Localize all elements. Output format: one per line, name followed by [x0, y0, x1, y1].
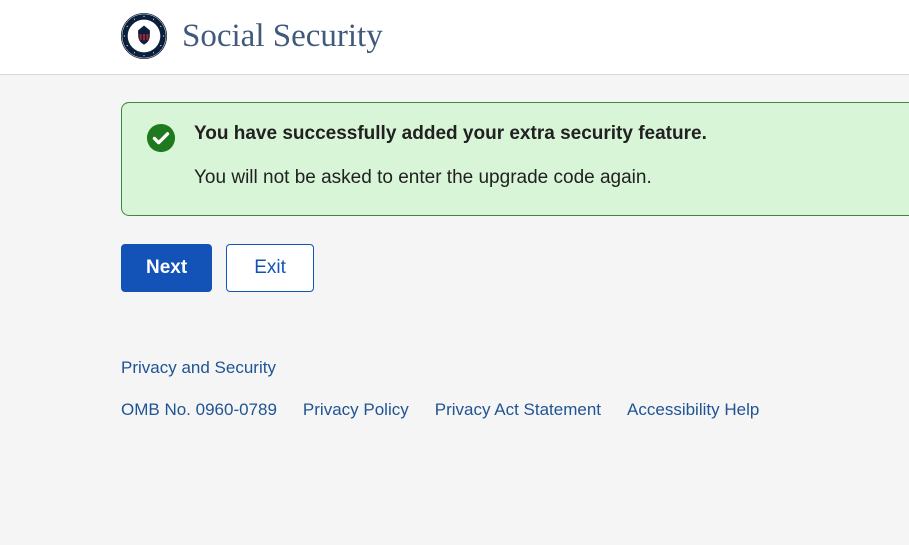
privacy-act-link[interactable]: Privacy Act Statement	[435, 400, 601, 420]
privacy-policy-link[interactable]: Privacy Policy	[303, 400, 409, 420]
success-banner: You have successfully added your extra s…	[121, 102, 909, 216]
success-text-block: You have successfully added your extra s…	[194, 123, 887, 189]
main-content: You have successfully added your extra s…	[0, 75, 909, 545]
privacy-security-link[interactable]: Privacy and Security	[121, 358, 276, 377]
footer-links: Privacy and Security OMB No. 0960-0789 P…	[121, 358, 909, 420]
success-body: You will not be asked to enter the upgra…	[194, 167, 887, 189]
page-header: Social Security	[0, 0, 909, 74]
site-title: Social Security	[182, 18, 383, 55]
next-button[interactable]: Next	[121, 244, 212, 292]
check-circle-icon	[146, 123, 176, 153]
exit-button[interactable]: Exit	[226, 244, 314, 292]
omb-link[interactable]: OMB No. 0960-0789	[121, 400, 277, 420]
accessibility-link[interactable]: Accessibility Help	[627, 400, 759, 420]
ssa-seal-icon	[120, 12, 168, 60]
success-title: You have successfully added your extra s…	[194, 123, 887, 145]
button-row: Next Exit	[121, 244, 909, 292]
